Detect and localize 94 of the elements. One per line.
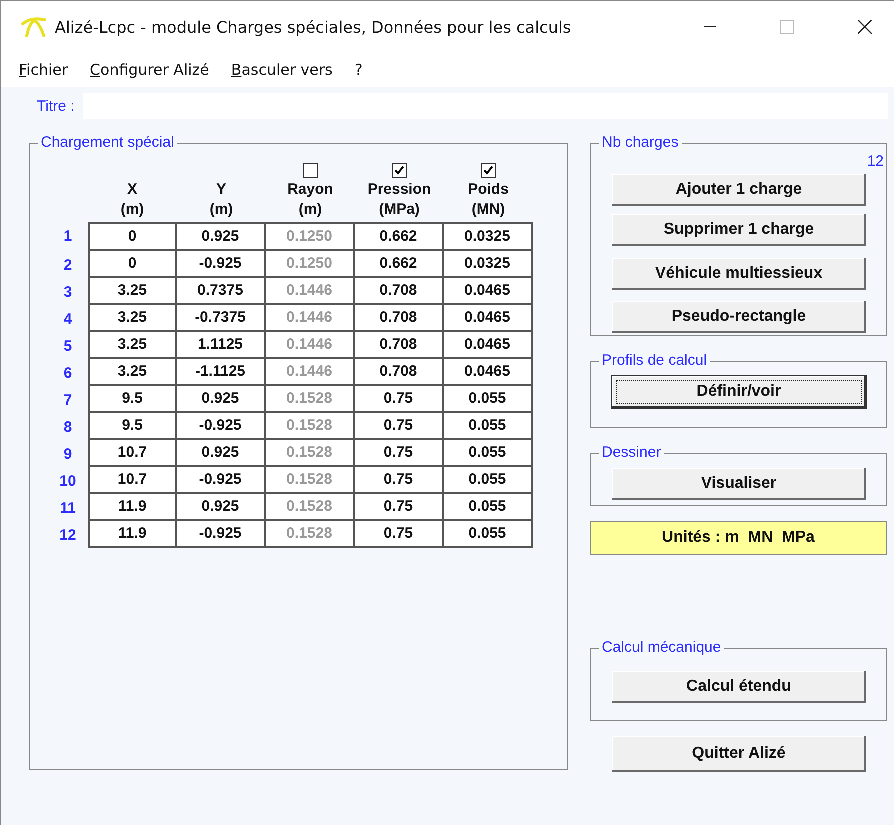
table-cell[interactable]: -0.7375 [177, 305, 266, 332]
table-cell[interactable]: 0.925 [177, 440, 266, 467]
table-cell[interactable]: 10.7 [88, 440, 177, 467]
table-cell[interactable]: 0.055 [444, 440, 533, 467]
table-cell[interactable]: -0.925 [177, 413, 266, 440]
table-cell[interactable]: 0.662 [355, 251, 444, 278]
table-cell[interactable]: 0.7375 [177, 278, 266, 305]
row-number: 12 [58, 526, 78, 546]
table-cell[interactable]: 3.25 [88, 278, 177, 305]
table-cell[interactable]: 0.75 [355, 467, 444, 494]
table-cell[interactable]: 0.0465 [444, 278, 533, 305]
table-cell[interactable]: 3.25 [88, 359, 177, 386]
column-unit: (MPa) [379, 200, 420, 220]
table-cell[interactable]: 3.25 [88, 332, 177, 359]
menu-item[interactable]: ? [354, 61, 363, 79]
column-header: Y [216, 180, 226, 200]
table-cell[interactable]: 11.9 [88, 494, 177, 521]
table-cell[interactable]: 0.055 [444, 386, 533, 413]
table-cell[interactable]: 0.925 [177, 222, 266, 251]
table-cell[interactable]: 0.75 [355, 494, 444, 521]
row-number: 3 [62, 283, 74, 303]
table-cell[interactable]: 3.25 [88, 305, 177, 332]
row-number: 11 [59, 499, 77, 519]
menu-item[interactable]: Configurer Alizé [90, 61, 210, 79]
table-cell[interactable]: 0.055 [444, 467, 533, 494]
table-cell[interactable]: 1.1125 [177, 332, 266, 359]
group-legend: Nb charges [599, 134, 682, 152]
definir-button[interactable]: Définir/voir [612, 376, 866, 408]
menu-item[interactable]: Basculer vers [231, 61, 333, 79]
table-cell[interactable]: 0.75 [355, 440, 444, 467]
calcul-button[interactable]: Calcul étendu [612, 671, 866, 703]
column-checkbox[interactable] [392, 163, 407, 178]
window-title: Alizé-Lcpc - module Charges spéciales, Données pour les calculs [55, 18, 572, 36]
table-cell[interactable]: -0.925 [177, 467, 266, 494]
row-number: 10 [58, 472, 78, 492]
visualiser-button[interactable]: Visualiser [612, 468, 866, 500]
column-unit: (MN) [472, 200, 506, 220]
row-number: 7 [62, 391, 74, 411]
table-cell[interactable]: 0.0325 [444, 251, 533, 278]
quit-button[interactable]: Quitter Alizé [612, 736, 866, 772]
table-cell[interactable]: 0.75 [355, 386, 444, 413]
table-cell[interactable]: 0.708 [355, 332, 444, 359]
column-header: X [127, 180, 138, 200]
titre-label: Titre : [37, 98, 75, 114]
table-cell[interactable]: 0.75 [355, 413, 444, 440]
table-cell[interactable]: 0.0325 [444, 222, 533, 251]
table-cell[interactable]: 0 [88, 222, 177, 251]
close-icon[interactable] [858, 20, 872, 34]
column-unit: (m) [120, 200, 144, 220]
table-cell[interactable]: -1.1125 [177, 359, 266, 386]
column-header: Rayon [288, 180, 334, 200]
table-cell[interactable]: 0.662 [355, 222, 444, 251]
row-number: 2 [62, 256, 74, 276]
row-number: 8 [62, 418, 74, 438]
table-cell[interactable]: 0.708 [355, 278, 444, 305]
table-cell[interactable]: -0.925 [177, 521, 266, 548]
app-logo-icon [21, 16, 47, 38]
group-legend: Calcul mécanique [599, 639, 724, 657]
table-cell[interactable]: 0.0465 [444, 359, 533, 386]
column-checkbox[interactable] [481, 163, 496, 178]
table-cell[interactable]: 0.925 [177, 386, 266, 413]
menu-item[interactable]: Fichier [19, 61, 68, 79]
table-cell[interactable]: 0.055 [444, 494, 533, 521]
table-cell[interactable]: 0.708 [355, 305, 444, 332]
table-cell[interactable]: 0.925 [177, 494, 266, 521]
table-cell[interactable]: 9.5 [88, 386, 177, 413]
table-cell[interactable]: 0.055 [444, 413, 533, 440]
action-button[interactable]: Véhicule multiessieux [612, 258, 866, 290]
column-header: Poids [468, 180, 509, 200]
column-header: Pression [368, 180, 432, 200]
row-number: 1 [62, 227, 74, 247]
table-cell[interactable]: 10.7 [88, 467, 177, 494]
table-cell[interactable]: 0.708 [355, 359, 444, 386]
table-cell[interactable]: 11.9 [88, 521, 177, 548]
row-number: 4 [62, 310, 74, 330]
action-button[interactable]: Supprimer 1 charge [612, 214, 866, 246]
column-checkbox[interactable] [303, 163, 318, 178]
table-cell[interactable]: 0.75 [355, 521, 444, 548]
units-banner: Unités : m MN MPa [590, 521, 887, 555]
column-unit: (m) [210, 200, 234, 220]
action-button[interactable]: Ajouter 1 charge [612, 174, 866, 206]
table-cell[interactable]: 0.0465 [444, 305, 533, 332]
table-cell[interactable]: -0.925 [177, 251, 266, 278]
action-button[interactable]: Pseudo-rectangle [612, 301, 866, 333]
row-number: 9 [62, 445, 74, 465]
group-legend: Chargement spécial [38, 134, 178, 152]
table-cell[interactable]: 9.5 [88, 413, 177, 440]
table-cell[interactable]: 0 [88, 251, 177, 278]
table-cell[interactable]: 0.0465 [444, 332, 533, 359]
charge-count: 12 [867, 153, 884, 170]
table-cell[interactable]: 0.055 [444, 521, 533, 548]
row-number: 5 [62, 337, 74, 357]
column-unit: (m) [298, 200, 322, 220]
row-number: 6 [62, 364, 74, 384]
